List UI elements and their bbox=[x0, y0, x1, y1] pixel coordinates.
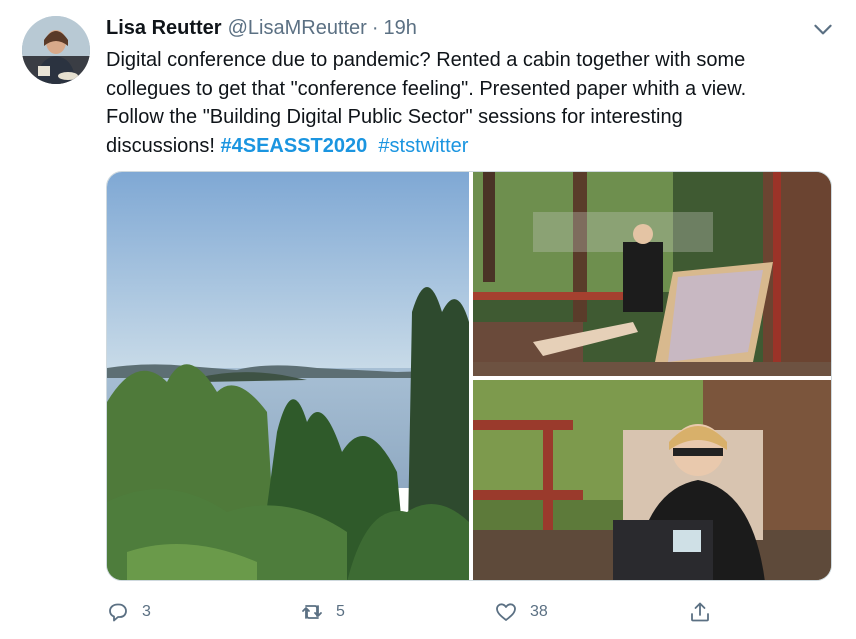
hashtag-link[interactable]: #4SEASST2020 bbox=[221, 135, 368, 157]
like-count: 38 bbox=[530, 603, 548, 620]
laptop-selfie-image bbox=[473, 380, 831, 580]
heart-icon bbox=[496, 603, 516, 621]
retweet-count: 5 bbox=[336, 603, 345, 620]
tweet-timestamp[interactable]: 19h bbox=[384, 17, 417, 40]
tweet-menu-button[interactable] bbox=[810, 16, 836, 42]
tweet-header: Lisa Reutter @LisaMReutter · 19h bbox=[106, 17, 417, 45]
lake-view-image bbox=[107, 172, 469, 580]
laptop-selfie-photo[interactable] bbox=[473, 380, 831, 580]
tweet-text-line: collegues to get that "conference feelin… bbox=[106, 77, 747, 100]
tweet-text-line: Digital conference due to pandemic? Rent… bbox=[106, 49, 746, 71]
porch-image bbox=[473, 172, 831, 376]
author-avatar[interactable] bbox=[22, 16, 90, 84]
tweet-text-segment: discussions! bbox=[106, 134, 215, 157]
lake-view-photo[interactable] bbox=[107, 172, 469, 580]
retweet-icon bbox=[302, 605, 322, 619]
media-grid bbox=[106, 171, 832, 581]
share-button[interactable] bbox=[688, 596, 712, 628]
retweet-button[interactable]: 5 bbox=[300, 596, 345, 628]
reply-button[interactable]: 3 bbox=[106, 596, 151, 628]
author-name[interactable]: Lisa Reutter bbox=[106, 17, 222, 40]
tweet-text-line: Follow the "Building Digital Public Sect… bbox=[106, 106, 683, 128]
tweet-actions: 3 5 38 bbox=[106, 596, 832, 628]
share-icon bbox=[691, 602, 709, 622]
tweet-text-line: discussions! #4SEASST2020 #ststwitter bbox=[106, 132, 826, 161]
like-button[interactable]: 38 bbox=[494, 596, 548, 628]
reply-count: 3 bbox=[142, 603, 151, 620]
porch-photo[interactable] bbox=[473, 172, 831, 376]
tweet-text: Digital conference due to pandemic? Rent… bbox=[106, 46, 826, 160]
author-handle[interactable]: @LisaMReutter bbox=[228, 17, 367, 40]
avatar-image bbox=[22, 16, 90, 84]
reply-icon bbox=[109, 603, 127, 622]
header-separator: · bbox=[371, 17, 379, 39]
hashtag-link[interactable]: #ststwitter bbox=[378, 135, 468, 157]
chevron-down-icon bbox=[814, 24, 832, 35]
